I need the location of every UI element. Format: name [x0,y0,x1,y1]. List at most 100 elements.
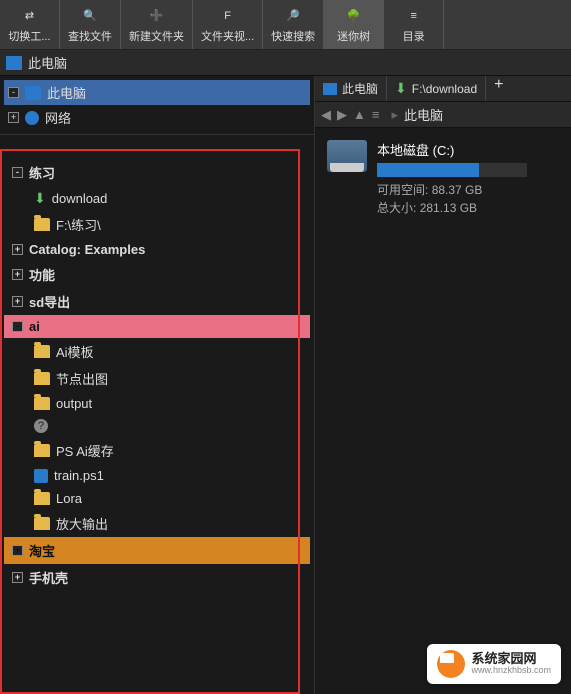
download-icon: ⬇ [395,80,407,97]
tree-node[interactable]: Lora [4,487,310,510]
tree-node[interactable]: + 淘宝 [4,537,310,564]
monitor-icon [6,56,22,70]
node-label: 此电脑 [47,83,86,102]
tree-node[interactable]: -ai [4,315,310,338]
root-node-network[interactable]: + 网络 [4,105,310,130]
drive-stats: 可用空间: 88.37 GB 总大小: 281.13 GB [377,181,559,217]
tree-node[interactable]: + Catalog: Examples [4,238,310,261]
toolbar-catalog-button[interactable]: ≡ 目录 [384,0,444,49]
tree-node[interactable]: 放大输出 [4,510,310,537]
list-button[interactable]: ≡ [372,107,380,122]
node-label: 节点出图 [56,369,108,388]
up-button[interactable]: ▲ [353,107,366,122]
tree-node[interactable]: F:\练习\ [4,211,310,238]
collapse-icon[interactable]: - [12,167,23,178]
catalog-icon: ≡ [404,6,424,26]
node-label: 淘宝 [29,541,55,560]
breadcrumb-separator: ▸ [391,107,398,123]
toolbar-label: 文件夹视... [201,28,254,44]
folder-view-icon: F [218,6,238,26]
node-label: 功能 [29,265,55,284]
tree-node[interactable]: PS Ai缓存 [4,437,310,464]
node-label: Lora [56,491,82,506]
node-label: ai [29,319,40,334]
drive-name: 本地磁盘 (C:) [377,140,559,159]
toolbar-label: 目录 [403,28,425,44]
expand-icon[interactable]: + [12,572,23,583]
tree-node[interactable]: 节点出图 [4,365,310,392]
tab-label: 此电脑 [342,80,378,97]
collapse-icon[interactable]: - [8,87,19,98]
node-label: train.ps1 [54,468,104,483]
node-label: output [56,396,92,411]
toolbar-swap-button[interactable]: ⇄ 切换工... [0,0,60,49]
node-label: download [52,191,108,206]
new-folder-icon: ➕ [147,6,167,26]
tree-node[interactable]: ⬇download [4,186,310,211]
add-tab-button[interactable]: + [486,76,511,101]
folder-icon [34,444,50,457]
main-toolbar: ⇄ 切换工... 🔍查找文件 ➕ 新建文件夹 F 文件夹视... 🔎快速搜索🌳迷你树 ≡ 目录 [0,0,571,50]
folder-icon [34,492,50,505]
toolbar-mini-tree-button[interactable]: 🌳迷你树 [324,0,384,49]
root-node-monitor[interactable]: - 此电脑 [4,80,310,105]
watermark-url: www.hnzkhbsb.com [471,666,551,676]
node-label: 练习 [29,163,55,182]
breadcrumb-label[interactable]: 此电脑 [404,105,443,124]
tree-node[interactable]: + 功能 [4,261,310,288]
catalog-tree: -练习⬇downloadF:\练习\+Catalog: Examples+功能+… [0,135,314,694]
node-label: 放大输出 [56,514,108,533]
monitor-icon [323,83,337,95]
tab-label: F:\download [412,82,477,96]
address-bar: 此电脑 [0,50,571,76]
network-icon [25,111,39,125]
tab[interactable]: ⬇ F:\download [387,76,486,101]
back-button[interactable]: ◀ [321,107,331,123]
ps-icon [34,469,48,483]
watermark-title: 系统家园网 [471,652,551,666]
quick-search-icon: 🔎 [283,6,303,26]
collapse-icon[interactable]: - [12,321,23,332]
expand-icon[interactable]: + [12,545,23,556]
folder-icon [34,218,50,231]
expand-icon[interactable]: + [8,112,19,123]
toolbar-search-button[interactable]: 🔍查找文件 [60,0,121,49]
monitor-icon [25,86,41,100]
toolbar-new-folder-button[interactable]: ➕ 新建文件夹 [121,0,193,49]
node-label: 网络 [45,108,71,127]
tree-node[interactable]: Ai模板 [4,338,310,365]
swap-icon: ⇄ [20,6,40,26]
folder-icon [34,397,50,410]
toolbar-folder-view-button[interactable]: F 文件夹视... [193,0,263,49]
tree-node[interactable]: +手机壳 [4,564,310,591]
drive-usage-bar [377,163,527,177]
forward-button[interactable]: ▶ [337,107,347,123]
node-label: F:\练习\ [56,215,101,234]
address-label: 此电脑 [28,53,67,72]
expand-icon[interactable]: + [12,296,23,307]
toolbar-quick-search-button[interactable]: 🔎快速搜索 [263,0,324,49]
folder-icon [34,345,50,358]
expand-icon[interactable]: + [12,269,23,280]
drive-icon [327,140,367,172]
tab[interactable]: 此电脑 [315,76,387,101]
tree-node[interactable]: train.ps1 [4,464,310,487]
toolbar-label: 切换工... [8,28,50,44]
tree-node[interactable]: -练习 [4,159,310,186]
expand-icon[interactable]: + [12,244,23,255]
root-tree: - 此电脑 + 网络 [0,76,314,135]
tree-node[interactable]: output [4,392,310,415]
node-label: PS Ai缓存 [56,441,114,460]
help-icon: ? [34,419,48,433]
toolbar-label: 新建文件夹 [129,28,184,44]
tree-node[interactable]: + sd导出 [4,288,310,315]
node-label: Catalog: Examples [29,242,145,257]
watermark-logo-icon [437,650,465,678]
drive-item[interactable]: 本地磁盘 (C:) 可用空间: 88.37 GB 总大小: 281.13 GB [327,140,559,217]
tab-bar: 此电脑 ⬇ F:\download + [315,76,571,102]
watermark: 系统家园网 www.hnzkhbsb.com [427,644,561,684]
tree-node[interactable]: ? [4,415,310,437]
node-label: sd导出 [29,292,70,311]
search-icon: 🔍 [80,6,100,26]
node-label: Ai模板 [56,342,94,361]
